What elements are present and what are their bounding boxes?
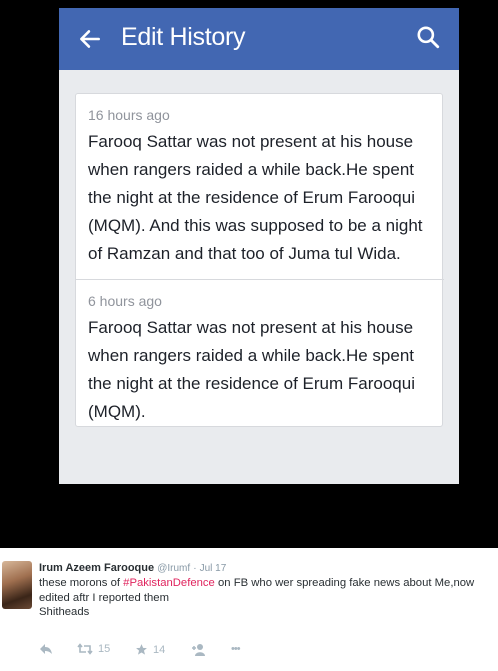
- arrow-left-icon[interactable]: [77, 26, 103, 52]
- tweet: Irum Azeem Farooque @Irumf · Jul 17 thes…: [0, 548, 498, 671]
- tweet-author-name[interactable]: Irum Azeem Farooque: [39, 562, 154, 574]
- follow-button[interactable]: [191, 643, 207, 656]
- edit-entry: 16 hours ago Farooq Sattar was not prese…: [76, 104, 444, 268]
- search-icon[interactable]: [415, 24, 441, 50]
- favorite-count: 14: [153, 643, 166, 656]
- avatar[interactable]: [2, 561, 32, 609]
- tweet-date[interactable]: Jul 17: [200, 563, 227, 574]
- page-title: Edit History: [121, 23, 246, 51]
- tweet-text: these morons of #PakistanDefence on FB w…: [39, 576, 494, 620]
- favorite-button[interactable]: 14: [135, 643, 165, 656]
- divider: [76, 279, 444, 280]
- edit-entry: 6 hours ago Farooq Sattar was not presen…: [76, 290, 444, 426]
- hashtag-link[interactable]: #PakistanDefence: [123, 577, 215, 589]
- add-user-icon: [192, 644, 205, 656]
- tweet-separator: ·: [193, 563, 197, 574]
- edit-timestamp: 16 hours ago: [88, 107, 170, 123]
- tweet-text-start: these morons of: [39, 577, 124, 589]
- edit-history-card: 16 hours ago Farooq Sattar was not prese…: [75, 93, 444, 427]
- facebook-edit-history-screenshot: Edit History 16 hours ago Farooq Sattar …: [59, 8, 459, 484]
- tweet-author-handle[interactable]: @Irumf: [157, 563, 190, 574]
- tweet-text-line2: Shitheads: [39, 606, 90, 618]
- more-icon: •••: [231, 643, 241, 655]
- tweet-header: Irum Azeem Farooque @Irumf · Jul 17: [39, 561, 226, 576]
- retweet-button[interactable]: 15: [77, 643, 110, 655]
- retweet-count: 15: [98, 643, 111, 655]
- retweet-icon: [77, 643, 93, 655]
- more-button[interactable]: •••: [231, 643, 241, 655]
- reply-icon: [40, 644, 52, 654]
- edit-text: Farooq Sattar was not present at his hou…: [88, 318, 415, 421]
- reply-button[interactable]: [39, 643, 53, 655]
- edit-timestamp: 6 hours ago: [88, 293, 162, 309]
- app-bar: Edit History: [59, 8, 459, 70]
- edit-text: Farooq Sattar was not present at his hou…: [88, 132, 423, 263]
- star-icon: [136, 644, 147, 655]
